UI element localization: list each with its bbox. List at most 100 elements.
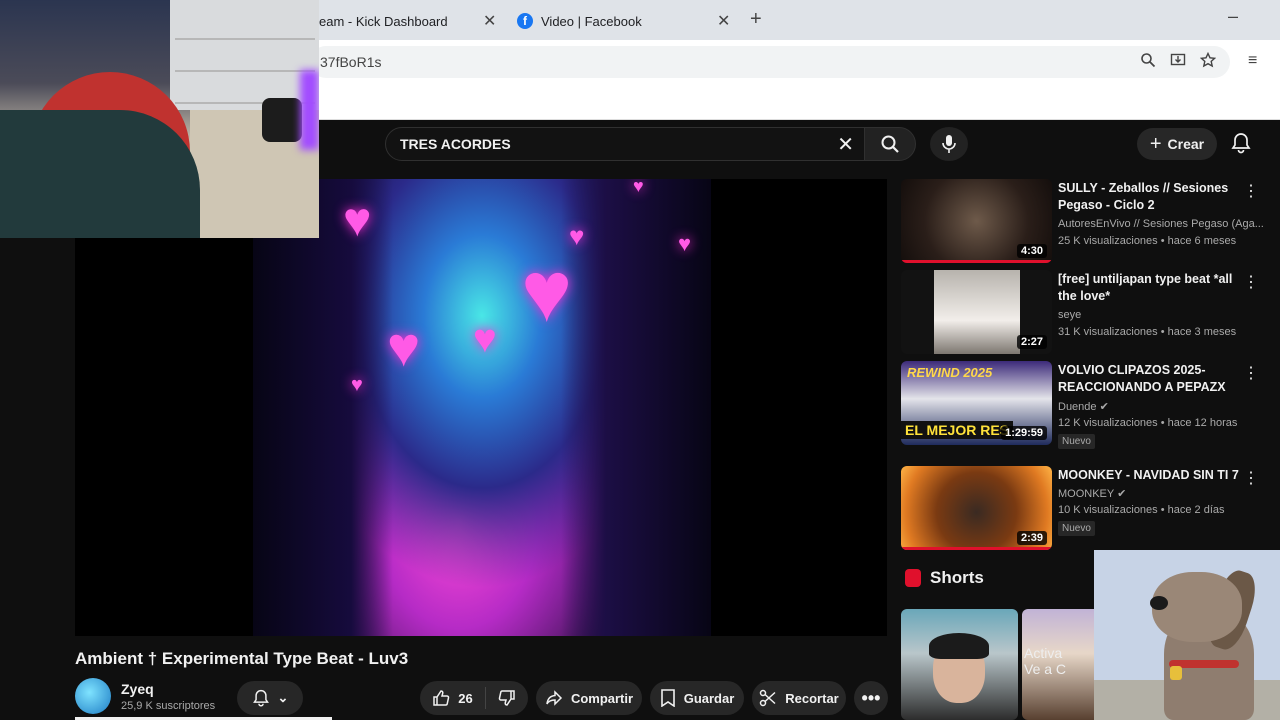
video-thumbnail[interactable]: REWIND 2025 EL MEJOR RES 1:29:59 xyxy=(901,361,1052,445)
channel-name[interactable]: Zyeq xyxy=(121,681,154,697)
address-bar[interactable]: 37fBoR1s xyxy=(310,46,1230,78)
video-thumbnail[interactable]: 4:30 xyxy=(901,179,1052,263)
webcam-shoe xyxy=(262,98,302,142)
scissors-icon xyxy=(760,689,776,707)
video-duration: 4:30 xyxy=(1016,244,1047,258)
recommendation-item[interactable]: REWIND 2025 EL MEJOR RES 1:29:59 VOLVIO … xyxy=(901,361,1280,451)
facebook-icon: f xyxy=(517,13,533,29)
video-player[interactable]: ♥ ♥ ♥ ♥ ♥ ♥ ♥ ♥ xyxy=(75,179,887,636)
plus-icon: + xyxy=(1149,132,1162,155)
tab-label: eam - Kick Dashboard xyxy=(319,13,448,29)
heart-small: ♥ xyxy=(569,221,585,251)
tab-label: Video | Facebook xyxy=(541,13,642,29)
rock-left xyxy=(253,179,393,636)
video-thumbnail[interactable]: 2:39 xyxy=(901,466,1052,550)
thumbnail-text-top: REWIND 2025 xyxy=(907,365,993,380)
search-icon xyxy=(881,135,899,153)
recommendation-title[interactable]: MOONKEY - NAVIDAD SIN TI 7 xyxy=(1058,467,1248,484)
thumbnail-photo xyxy=(934,270,1020,354)
heart-large: ♥ xyxy=(521,244,573,340)
tab-facebook-video[interactable]: f Video | Facebook ✕ xyxy=(517,6,730,36)
more-vert-icon[interactable]: ⋮ xyxy=(1243,363,1259,383)
recommendation-title[interactable]: SULLY - Zeballos // Sesiones Pegaso - Ci… xyxy=(1058,180,1248,214)
heart-medium: ♥ xyxy=(387,315,421,378)
close-tab-icon[interactable]: ✕ xyxy=(483,11,496,31)
verified-icon: ✔ xyxy=(1117,488,1127,500)
recommendation-channel[interactable]: Duende ✔ xyxy=(1058,400,1109,413)
channel-avatar[interactable] xyxy=(75,678,111,714)
short-hair xyxy=(929,633,989,659)
search-button[interactable] xyxy=(864,127,916,161)
minimize-window-button[interactable]: – xyxy=(1228,6,1238,27)
video-duration: 1:29:59 xyxy=(1001,426,1047,440)
heart-small: ♥ xyxy=(351,374,363,396)
video-thumbnail[interactable]: 2:27 xyxy=(901,270,1052,354)
recommendation-channel[interactable]: AutoresEnVivo // Sesiones Pegaso (Aga... xyxy=(1058,218,1264,230)
like-button[interactable]: 26 xyxy=(432,689,473,707)
clip-button[interactable]: Recortar xyxy=(752,681,846,715)
clear-search-icon[interactable]: ✕ xyxy=(837,132,854,157)
more-actions-button[interactable]: ••• xyxy=(854,681,888,715)
recommendation-title[interactable]: VOLVIO CLIPAZOS 2025-REACCIONANDO A PEPA… xyxy=(1058,362,1248,396)
video-duration: 2:27 xyxy=(1016,335,1047,349)
short-thumbnail[interactable]: Activa Ve a C xyxy=(1022,609,1097,720)
channel-label: Duende xyxy=(1058,401,1097,413)
recommendation-meta: 25 K visualizaciones • hace 6 meses xyxy=(1058,235,1237,247)
webcam-drawer xyxy=(175,10,315,40)
more-vert-icon[interactable]: ⋮ xyxy=(1243,272,1259,292)
more-vert-icon[interactable]: ⋮ xyxy=(1243,181,1259,201)
address-bar-actions xyxy=(1140,52,1216,68)
recommendation-item[interactable]: 2:27 [free] untiljapan type beat *all th… xyxy=(901,270,1280,354)
more-vert-icon[interactable]: ⋮ xyxy=(1243,468,1259,488)
shorts-section-title: Shorts xyxy=(930,568,984,587)
thumbs-down-icon[interactable] xyxy=(498,689,516,707)
install-app-icon[interactable] xyxy=(1170,52,1186,68)
bell-icon xyxy=(252,689,269,707)
share-button[interactable]: Compartir xyxy=(536,681,642,715)
save-label: Guardar xyxy=(683,690,735,706)
cartoon-dog-overlay xyxy=(1094,550,1280,720)
recommendation-title[interactable]: [free] untiljapan type beat *all the lov… xyxy=(1058,271,1248,305)
thumbs-up-icon xyxy=(433,690,450,706)
webcam-overlay xyxy=(0,0,319,238)
save-button[interactable]: Guardar xyxy=(650,681,744,715)
share-icon xyxy=(546,690,562,706)
new-badge: Nuevo xyxy=(1058,434,1095,449)
reading-list-icon[interactable]: ≡ xyxy=(1248,52,1257,70)
webcam-light xyxy=(300,70,319,150)
tab-kick-dashboard[interactable]: eam - Kick Dashboard ✕ xyxy=(319,6,496,36)
search-value: TRES ACORDES xyxy=(400,136,511,152)
webcam-person xyxy=(0,110,200,238)
address-url: 37fBoR1s xyxy=(320,54,382,70)
microphone-icon xyxy=(942,135,956,153)
voice-search-button[interactable] xyxy=(930,127,968,161)
divider xyxy=(484,687,486,709)
recommendation-meta: 12 K visualizaciones • hace 12 horas xyxy=(1058,417,1238,429)
recommendation-channel[interactable]: seye xyxy=(1058,309,1081,321)
video-title: Ambient † Experimental Type Beat - Luv3 xyxy=(75,649,409,668)
more-horizontal-icon: ••• xyxy=(861,687,881,708)
clip-label: Recortar xyxy=(785,690,839,706)
share-label: Compartir xyxy=(570,690,634,706)
notifications-bell-icon[interactable] xyxy=(1230,132,1252,154)
create-button[interactable]: + Crear xyxy=(1137,128,1217,160)
subscription-notifications-button[interactable]: ⌄ xyxy=(237,681,303,715)
close-tab-icon[interactable]: ✕ xyxy=(717,11,730,31)
zoom-icon[interactable] xyxy=(1140,52,1156,68)
search-input[interactable]: TRES ACORDES ✕ xyxy=(385,127,865,161)
video-frame-artwork: ♥ ♥ ♥ ♥ ♥ ♥ ♥ ♥ xyxy=(253,179,711,636)
like-dislike-group: 26 xyxy=(420,681,528,715)
dog-nose xyxy=(1150,596,1168,610)
watch-progress-bar xyxy=(901,547,1052,550)
shorts-logo-icon xyxy=(905,569,921,587)
recommendation-meta: 31 K visualizaciones • hace 3 meses xyxy=(1058,326,1237,338)
recommendation-item[interactable]: 2:39 MOONKEY - NAVIDAD SIN TI 7 MOONKEY … xyxy=(901,466,1280,550)
new-tab-button[interactable]: + xyxy=(750,8,762,31)
recommendation-item[interactable]: 4:30 SULLY - Zeballos // Sesiones Pegaso… xyxy=(901,179,1280,263)
bookmark-star-icon[interactable] xyxy=(1200,52,1216,68)
short-thumbnail[interactable] xyxy=(901,609,1018,720)
verified-icon: ✔ xyxy=(1099,401,1109,413)
recommendation-channel[interactable]: MOONKEY ✔ xyxy=(1058,487,1126,500)
save-bookmark-icon xyxy=(660,689,675,707)
watch-progress-bar xyxy=(901,260,1052,263)
